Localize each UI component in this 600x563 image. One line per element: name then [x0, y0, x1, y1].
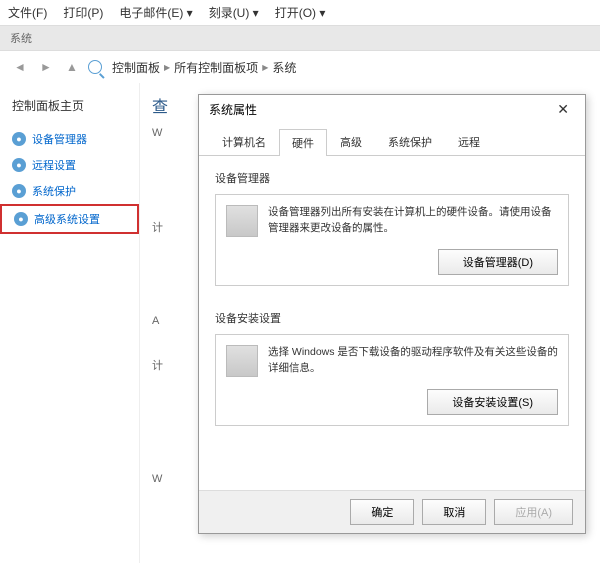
ok-button[interactable]: 确定	[350, 499, 414, 525]
tab-remote[interactable]: 远程	[445, 128, 493, 155]
tab-system-protection[interactable]: 系统保护	[375, 128, 445, 155]
sidebar-title: 控制面板主页	[0, 93, 139, 118]
cancel-button[interactable]: 取消	[422, 499, 486, 525]
sidebar: 控制面板主页 ● 设备管理器 ● 远程设置 ● 系统保护 ● 高级系统设置	[0, 83, 140, 563]
menu-email[interactable]: 电子邮件(E) ▾	[119, 4, 192, 21]
system-properties-dialog: 系统属性 ✕ 计算机名 硬件 高级 系统保护 远程 设备管理器 设备管理器列出所…	[198, 94, 586, 534]
window-title: 系统	[0, 25, 600, 51]
nav-forward-icon[interactable]: ►	[36, 57, 56, 77]
dialog-footer: 确定 取消 应用(A)	[199, 490, 585, 533]
shield-icon: ●	[12, 184, 26, 198]
chevron-right-icon: ▶	[164, 63, 170, 72]
device-install-section: 设备安装设置 选择 Windows 是否下载设备的驱动程序软件及有关这些设备的详…	[215, 310, 569, 426]
chevron-right-icon: ▶	[262, 63, 268, 72]
device-install-settings-button[interactable]: 设备安装设置(S)	[427, 389, 558, 415]
device-manager-button[interactable]: 设备管理器(D)	[438, 249, 558, 275]
nav-up-icon[interactable]: ▲	[62, 57, 82, 77]
tab-hardware[interactable]: 硬件	[279, 129, 327, 156]
sidebar-item-label: 设备管理器	[32, 131, 87, 147]
device-manager-icon	[226, 205, 258, 237]
shield-icon: ●	[12, 132, 26, 146]
shield-icon: ●	[12, 158, 26, 172]
menu-open[interactable]: 打开(O) ▾	[275, 4, 326, 21]
section-description: 选择 Windows 是否下载设备的驱动程序软件及有关这些设备的详细信息。	[268, 345, 558, 377]
sidebar-item-advanced-settings[interactable]: ● 高级系统设置	[0, 204, 139, 234]
section-title: 设备管理器	[215, 170, 569, 186]
breadcrumb-item[interactable]: 系统	[272, 59, 296, 76]
sidebar-item-label: 系统保护	[32, 183, 76, 199]
shield-icon: ●	[14, 212, 28, 226]
search-icon	[88, 60, 102, 74]
navbar: ◄ ► ▲ 控制面板 ▶ 所有控制面板项 ▶ 系统	[0, 51, 600, 83]
breadcrumb-item[interactable]: 所有控制面板项	[174, 59, 258, 76]
section-description: 设备管理器列出所有安装在计算机上的硬件设备。请使用设备管理器来更改设备的属性。	[268, 205, 558, 237]
breadcrumb-item[interactable]: 控制面板	[112, 59, 160, 76]
section-title: 设备安装设置	[215, 310, 569, 326]
menubar: 文件(F) 打印(P) 电子邮件(E) ▾ 刻录(U) ▾ 打开(O) ▾	[0, 0, 600, 25]
tab-advanced[interactable]: 高级	[327, 128, 375, 155]
nav-back-icon[interactable]: ◄	[10, 57, 30, 77]
menu-record[interactable]: 刻录(U) ▾	[209, 4, 259, 21]
dialog-title: 系统属性	[209, 101, 257, 118]
menu-print[interactable]: 打印(P)	[63, 4, 103, 21]
tab-computer-name[interactable]: 计算机名	[209, 128, 279, 155]
sidebar-item-label: 高级系统设置	[34, 211, 100, 227]
device-manager-section: 设备管理器 设备管理器列出所有安装在计算机上的硬件设备。请使用设备管理器来更改设…	[215, 170, 569, 286]
close-button[interactable]: ✕	[551, 101, 575, 118]
sidebar-item-label: 远程设置	[32, 157, 76, 173]
sidebar-item-remote[interactable]: ● 远程设置	[0, 152, 139, 178]
menu-file[interactable]: 文件(F)	[8, 4, 47, 21]
breadcrumb[interactable]: 控制面板 ▶ 所有控制面板项 ▶ 系统	[112, 59, 296, 76]
sidebar-item-device-manager[interactable]: ● 设备管理器	[0, 126, 139, 152]
sidebar-item-protection[interactable]: ● 系统保护	[0, 178, 139, 204]
apply-button[interactable]: 应用(A)	[494, 499, 573, 525]
device-install-icon	[226, 345, 258, 377]
tabs: 计算机名 硬件 高级 系统保护 远程	[199, 128, 585, 156]
